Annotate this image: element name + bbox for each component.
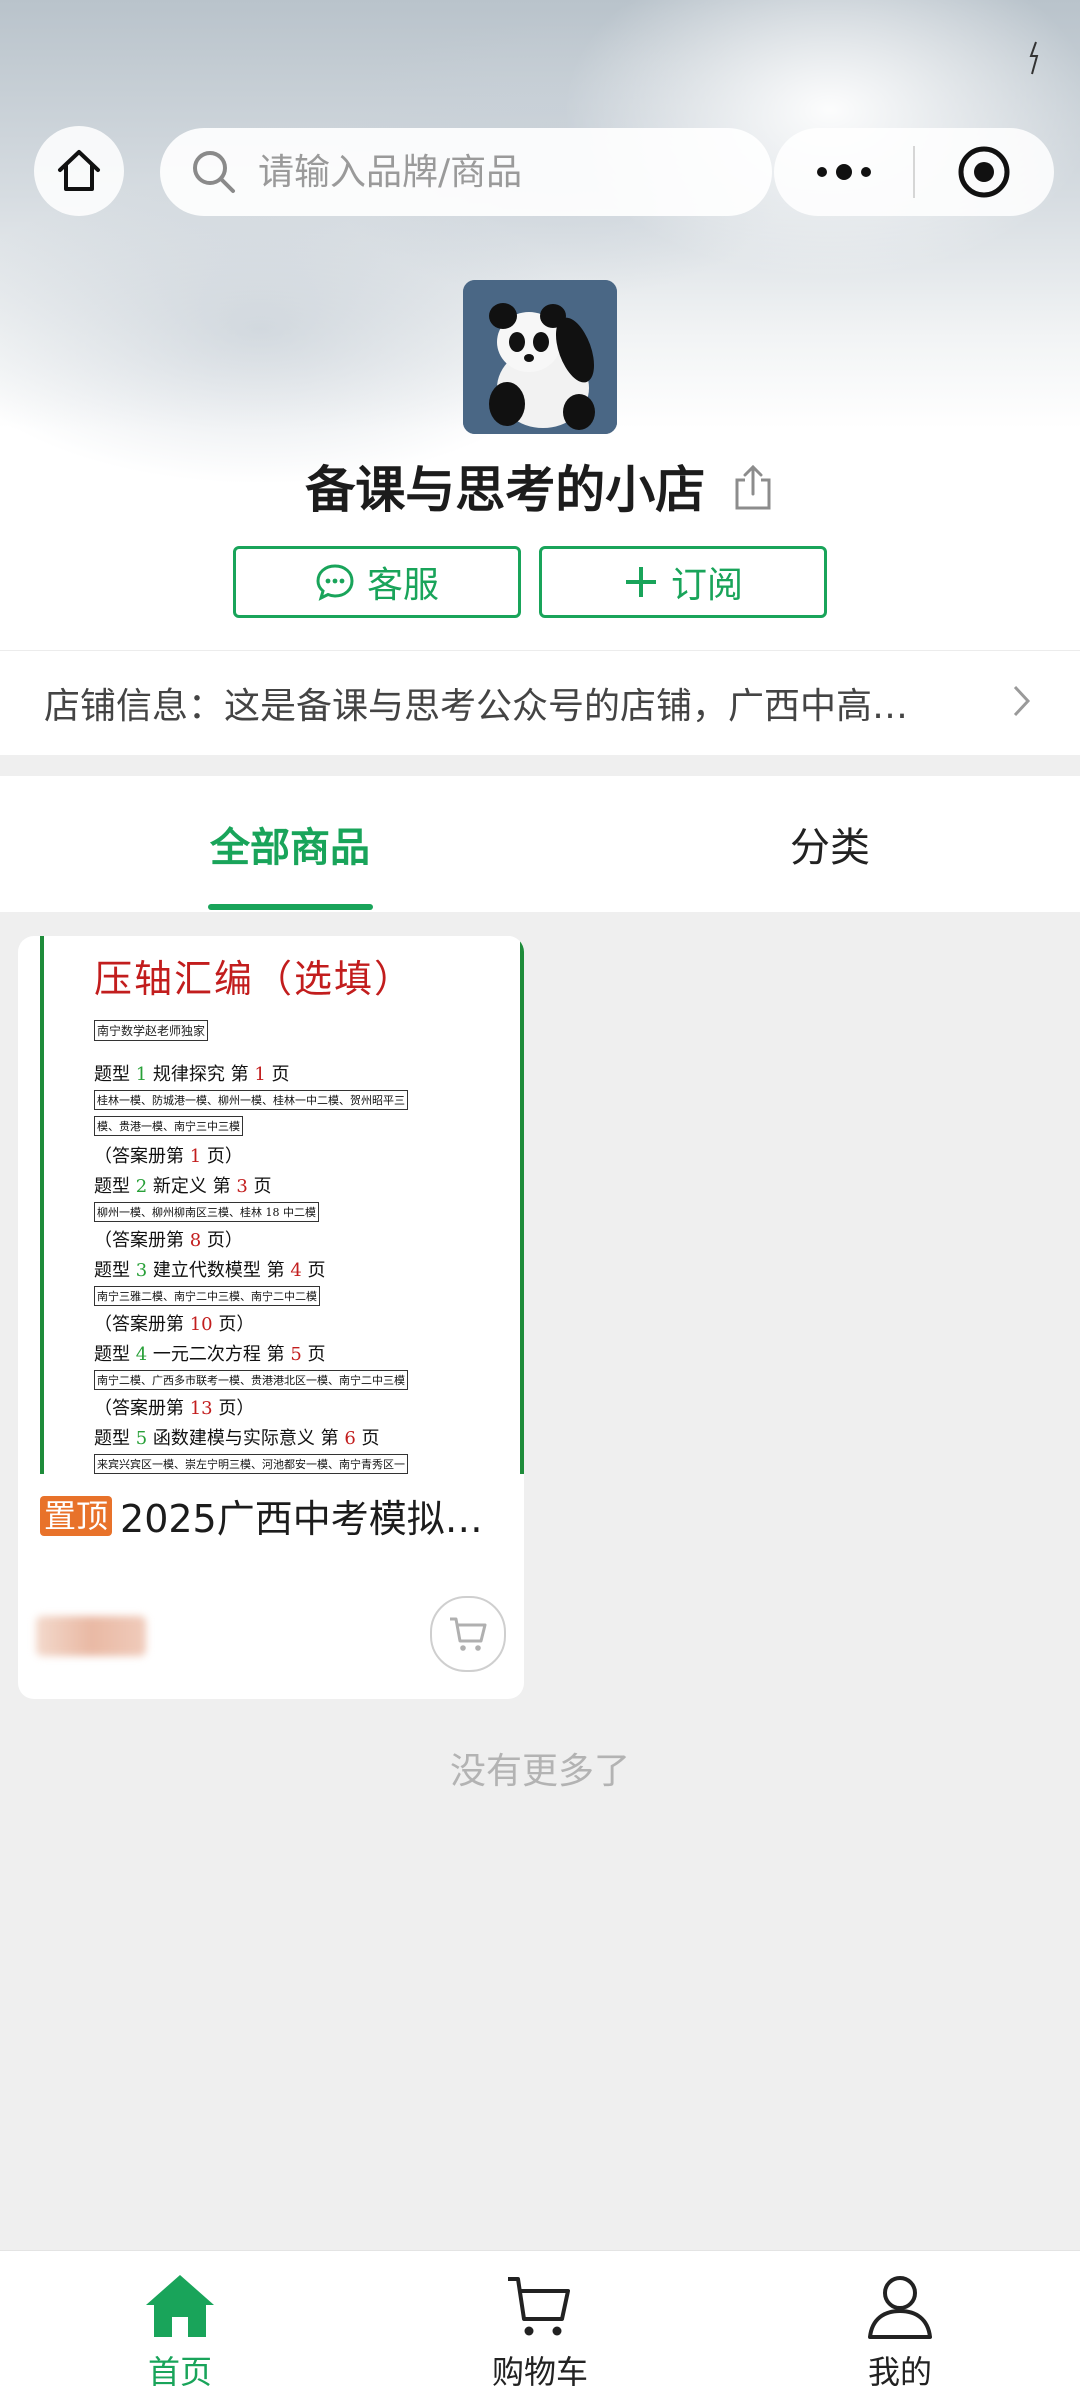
home-button[interactable] xyxy=(34,126,124,216)
bottom-tab-bar: 首页 购物车 我的 xyxy=(0,2250,1080,2399)
tabbar-mine-label: 我的 xyxy=(867,2353,932,2391)
tabbar-item-home[interactable]: 首页 xyxy=(80,2251,280,2399)
user-profile-icon xyxy=(868,2276,932,2339)
cover-section-4: 题型 4 一元二次方程 第 5 页 xyxy=(94,1344,326,1365)
cover-author: 南宁数学赵老师独家 xyxy=(94,1020,209,1041)
tab-all-products[interactable]: 全部商品 xyxy=(140,776,440,912)
shop-actions: 客服 订阅 xyxy=(233,546,827,618)
cover-source-1: 桂林一模、防城港一模、柳州一模、桂林一中二模、贺州昭平三 xyxy=(94,1090,408,1110)
tabbar-item-mine[interactable]: 我的 xyxy=(800,2251,1000,2399)
search-input[interactable] xyxy=(256,150,740,194)
product-title: 2025广西中考模拟… xyxy=(120,1497,483,1541)
tabbar-home-label: 首页 xyxy=(147,2353,212,2391)
add-to-cart-button[interactable] xyxy=(430,1596,506,1672)
list-end-text: 没有更多了 xyxy=(449,1751,630,1792)
cover-answer-3: （答案册第 10 页） xyxy=(94,1314,255,1335)
cover-source-3: 南宁三雅二模、南宁二中三模、南宁二中二模 xyxy=(94,1286,320,1306)
shop-name-row: 备课与思考的小店 xyxy=(0,450,1080,524)
customer-service-label: 客服 xyxy=(366,565,439,606)
product-title-row: 置顶 2025广西中考模拟… xyxy=(40,1488,510,1543)
more-button[interactable] xyxy=(774,128,913,216)
tab-category[interactable]: 分类 xyxy=(680,776,980,912)
status-indicator-icon xyxy=(1028,40,1040,80)
home-outline-icon xyxy=(58,150,100,191)
tabbar-cart-label: 购物车 xyxy=(491,2353,588,2391)
active-tab-indicator xyxy=(208,904,373,910)
cover-section-1: 题型 1 规律探究 第 1 页 xyxy=(94,1064,290,1085)
pinned-badge: 置顶 xyxy=(40,1495,113,1536)
search-icon xyxy=(193,151,235,193)
share-icon[interactable] xyxy=(731,464,775,524)
subscribe-label: 订阅 xyxy=(670,565,743,606)
tabbar-item-cart[interactable]: 购物车 xyxy=(440,2251,640,2399)
product-tabs: 全部商品 分类 xyxy=(0,776,1080,912)
cover-source-5: 来宾兴宾区一模、崇左宁明三模、河池都安一模、南宁青秀区一 xyxy=(94,1454,408,1474)
customer-service-button[interactable]: 客服 xyxy=(233,546,521,618)
shop-info-bar[interactable]: 店铺信息：这是备课与思考公众号的店铺，广西中高… xyxy=(0,650,1080,755)
subscribe-button[interactable]: 订阅 xyxy=(539,546,827,618)
cover-section-3: 题型 3 建立代数模型 第 4 页 xyxy=(94,1260,326,1281)
cart-icon xyxy=(450,1617,487,1651)
product-card[interactable]: 压轴汇编（选填） 南宁数学赵老师独家 题型 1 规律探究 第 1 页 桂林一模、… xyxy=(18,936,524,1699)
target-circle-icon xyxy=(958,146,1010,198)
price-placeholder-blurred xyxy=(36,1616,146,1656)
cover-source-4: 南宁二模、广西多市联考一模、贵港港北区一模、南宁二中三模 xyxy=(94,1370,408,1390)
home-filled-icon xyxy=(146,2275,214,2337)
shopping-cart-icon xyxy=(508,2277,570,2336)
cover-title: 压轴汇编（选填） xyxy=(94,957,415,1001)
shop-avatar xyxy=(463,280,617,434)
plus-icon xyxy=(625,567,656,597)
cover-answer-2: （答案册第 8 页） xyxy=(94,1230,243,1251)
product-cover-image: 压轴汇编（选填） 南宁数学赵老师独家 题型 1 规律探究 第 1 页 桂林一模、… xyxy=(40,936,524,1474)
chat-bubble-icon xyxy=(316,564,354,601)
cover-source-1b: 模、贵港一模、南宁三中三模 xyxy=(94,1116,243,1136)
cover-section-2: 题型 2 新定义 第 3 页 xyxy=(94,1176,272,1197)
mini-program-capsule xyxy=(774,128,1054,216)
cover-answer-4: （答案册第 13 页） xyxy=(94,1398,255,1419)
shop-name: 备课与思考的小店 xyxy=(305,461,706,519)
chevron-right-icon xyxy=(1013,685,1031,717)
cover-answer-1: （答案册第 1 页） xyxy=(94,1146,243,1167)
cover-source-2: 柳州一模、柳州柳南区三模、桂林 18 中二模 xyxy=(94,1202,319,1222)
close-mini-program-button[interactable] xyxy=(915,128,1054,216)
more-dots-icon xyxy=(816,164,871,180)
cover-section-5: 题型 5 函数建模与实际意义 第 6 页 xyxy=(94,1428,380,1449)
shop-info-text: 店铺信息：这是备课与思考公众号的店铺，广西中高… xyxy=(44,686,909,727)
search-bar[interactable] xyxy=(160,128,772,216)
